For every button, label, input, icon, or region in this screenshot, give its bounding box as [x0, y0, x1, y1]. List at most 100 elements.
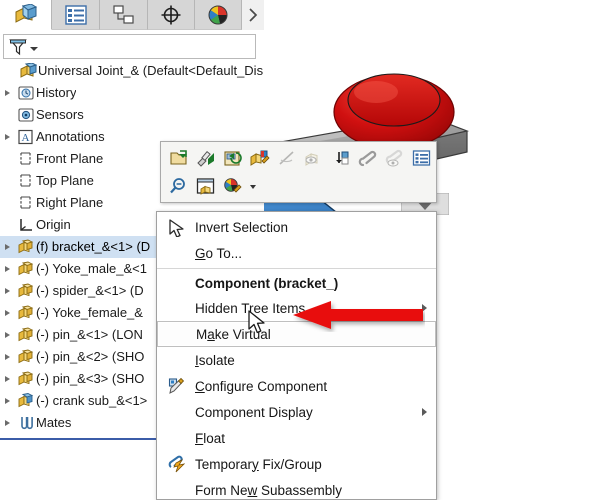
component-icon	[16, 346, 36, 368]
context-menu-section-header: Component (bracket_)	[157, 271, 436, 295]
annotations-icon: A	[16, 126, 36, 148]
menu-item-label: Hidden Tree Items	[195, 300, 306, 316]
component-icon	[16, 258, 36, 280]
filter-dropdown-caret[interactable]	[30, 47, 38, 51]
menu-item[interactable]: Temporary Fix/Group	[157, 451, 436, 477]
context-mini-toolbar	[160, 141, 437, 203]
menu-item-icon-slot	[157, 295, 195, 321]
tree-item-expander[interactable]	[0, 258, 16, 280]
tree-item-label: Annotations	[36, 129, 105, 144]
tree-item-expander[interactable]	[0, 302, 16, 324]
edit-part-icon[interactable]	[192, 145, 219, 172]
manager-tab-strip	[0, 0, 264, 30]
crosshair-icon	[161, 5, 181, 24]
menu-item-icon-slot	[157, 399, 195, 425]
tree-item-expander[interactable]	[0, 82, 16, 104]
context-menu-top-group: Invert Selection Go To...	[157, 214, 436, 266]
zoom-to-selection-icon[interactable]	[165, 173, 192, 200]
tree-filter-bar[interactable]	[3, 34, 256, 59]
menu-item[interactable]: Component Display	[157, 399, 436, 425]
component-properties-icon[interactable]	[408, 145, 435, 172]
tree-item-expander[interactable]	[0, 280, 16, 302]
tree-item-expander[interactable]	[0, 324, 16, 346]
color-sphere-icon	[208, 5, 228, 24]
sensors-icon	[16, 104, 36, 126]
change-transparency-icon[interactable]	[327, 145, 354, 172]
configuration-icon	[112, 4, 134, 24]
tree-item[interactable]: Sensors	[0, 104, 264, 126]
isolate-icon[interactable]	[192, 173, 219, 200]
reload-icon[interactable]	[219, 145, 246, 172]
plane-icon	[16, 192, 36, 214]
menu-item[interactable]: Isolate	[157, 347, 436, 373]
open-part-icon[interactable]	[165, 145, 192, 172]
subassembly-icon	[16, 390, 36, 412]
tree-item-expander[interactable]	[0, 236, 16, 258]
dimxpert-manager-tab[interactable]	[148, 0, 195, 30]
root-expander[interactable]	[2, 60, 18, 82]
tree-item-expander[interactable]	[0, 192, 16, 214]
context-toolbar-row-1	[165, 145, 435, 172]
edit-appearance-icon[interactable]	[246, 145, 273, 172]
appearances-icon[interactable]	[219, 173, 246, 200]
menu-item-highlighted[interactable]: Make Virtual	[157, 321, 436, 347]
feature-manager-tab[interactable]	[0, 0, 52, 30]
component-icon	[16, 368, 36, 390]
tree-item[interactable]: History	[0, 82, 264, 104]
menu-item[interactable]: Invert Selection	[157, 214, 436, 240]
property-manager-tab[interactable]	[52, 0, 100, 30]
tree-item-label: (-) Yoke_female_&	[36, 305, 143, 320]
appearances-dropdown-caret[interactable]	[246, 173, 260, 200]
view-mates-icon[interactable]	[354, 145, 381, 172]
tree-item-expander[interactable]	[0, 412, 16, 434]
tree-item-label: (f) bracket_&<1> (D	[36, 239, 151, 254]
menu-item-label: Form New Subassembly	[195, 482, 343, 498]
tree-item-label: Top Plane	[36, 173, 94, 188]
history-icon	[16, 82, 36, 104]
tree-item-expander[interactable]	[0, 170, 16, 192]
hide-mates-icon[interactable]	[381, 145, 408, 172]
tree-item-expander[interactable]	[0, 368, 16, 390]
more-tabs-button[interactable]	[242, 0, 264, 30]
filter-funnel-icon	[9, 39, 27, 56]
menu-item[interactable]: Go To...	[157, 240, 436, 266]
menu-item-label: Make Virtual	[196, 326, 271, 342]
display-manager-tab[interactable]	[195, 0, 242, 30]
chevron-right-icon	[249, 8, 258, 22]
tree-item-label: Mates	[36, 415, 72, 430]
tree-item-label: (-) spider_&<1> (D	[36, 283, 144, 298]
tree-item-label: Origin	[36, 217, 71, 232]
menu-item[interactable]: Float	[157, 425, 436, 451]
menu-item[interactable]: Form New Subassembly	[157, 477, 436, 499]
menu-item-icon-slot	[158, 321, 196, 347]
tree-item-expander[interactable]	[0, 346, 16, 368]
component-context-menu: Invert Selection Go To... Component (brac…	[156, 211, 437, 500]
hide-component-icon[interactable]	[300, 145, 327, 172]
menu-item-label: Component Display	[195, 404, 313, 420]
menu-item[interactable]: Configure Component	[157, 373, 436, 399]
tree-item-expander[interactable]	[0, 148, 16, 170]
tree-item-expander[interactable]	[0, 390, 16, 412]
menu-item[interactable]: Hidden Tree Items	[157, 295, 436, 321]
menu-item-label: Temporary Fix/Group	[195, 456, 322, 472]
mates-icon	[16, 412, 36, 434]
hide-edges-icon[interactable]	[273, 145, 300, 172]
menu-item-label: Float	[195, 430, 226, 446]
configuration-manager-tab[interactable]	[100, 0, 148, 30]
tree-filter-input[interactable]	[44, 38, 253, 57]
tree-item-expander[interactable]	[0, 214, 16, 236]
menu-item-icon-slot	[157, 240, 195, 266]
tree-item-label: Sensors	[36, 107, 84, 122]
tree-root-item[interactable]: Universal Joint_& (Default<Default_Dis	[0, 60, 264, 82]
submenu-arrow-icon	[422, 408, 427, 416]
assembly-tree-icon	[15, 3, 37, 23]
tree-item-expander[interactable]	[0, 104, 16, 126]
tree-item-expander[interactable]	[0, 126, 16, 148]
tree-item-label: Right Plane	[36, 195, 104, 210]
menu-item-icon-slot	[157, 477, 195, 499]
invert-selection-icon	[157, 214, 195, 240]
component-icon	[16, 280, 36, 302]
tree-item-label: (-) Yoke_male_&<1	[36, 261, 147, 276]
plane-icon	[16, 170, 36, 192]
submenu-arrow-icon	[422, 304, 427, 312]
